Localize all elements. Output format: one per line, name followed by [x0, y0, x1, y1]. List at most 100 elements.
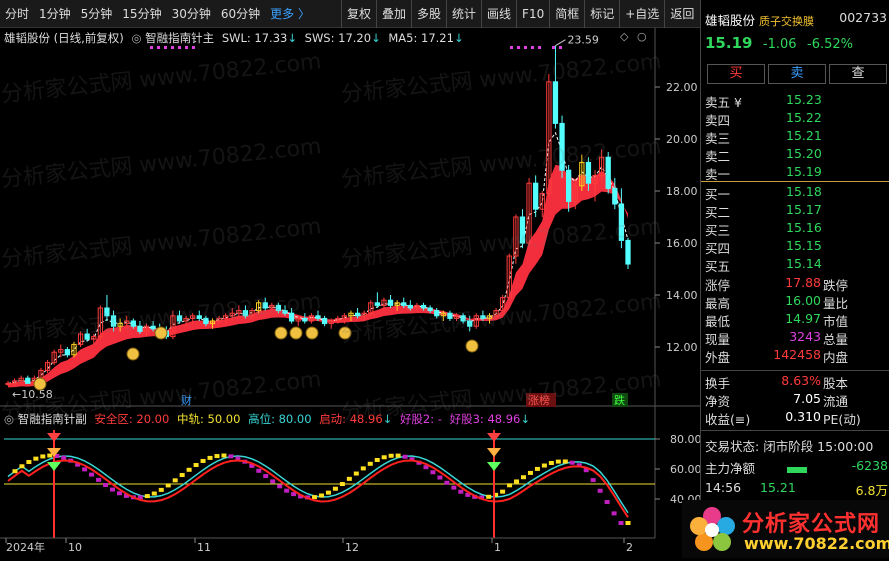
toolbar-button[interactable]: 标记: [584, 0, 619, 28]
start-value: 启动: 48.96: [319, 412, 383, 426]
toolbar-button[interactable]: +自选: [619, 0, 664, 28]
stock-code: 002733: [839, 10, 887, 25]
osc-block: [514, 479, 520, 484]
order-label: 卖一: [705, 167, 731, 182]
signal-dot: [538, 46, 541, 49]
osc-block: [186, 467, 192, 472]
order-row: 卖三 15.21: [705, 128, 885, 147]
signal-dot: [192, 46, 195, 49]
sws-value: SWS: 17.20: [304, 31, 372, 45]
buy-button[interactable]: 买: [707, 64, 765, 84]
osc-block: [277, 484, 283, 489]
period-tab[interactable]: 30分钟: [167, 0, 216, 28]
toolbar-button[interactable]: 叠加: [375, 0, 411, 28]
osc-block: [395, 453, 401, 458]
osc-block: [500, 489, 506, 494]
stat-label: 市值: [823, 314, 849, 329]
y-tick-label: 22.00: [666, 81, 698, 94]
stats-divider: [701, 370, 889, 371]
y-tick-label: 80.00: [670, 433, 700, 446]
stat-label: 最高: [705, 296, 731, 311]
order-price: 15.17: [786, 202, 822, 217]
toolbar-button[interactable]: 复权: [340, 0, 376, 28]
stat-value: 16.00: [785, 293, 821, 308]
query-button[interactable]: 查: [829, 64, 887, 84]
logo-url: www.70822.com: [744, 534, 889, 553]
turnover-row: 换手 8.63% 股本: [705, 373, 885, 392]
diamond-icon: [487, 433, 501, 442]
order-label: 卖五 ¥: [705, 95, 742, 110]
stat-label: 涨停: [705, 278, 731, 293]
period-tab[interactable]: 分时: [0, 0, 34, 28]
toolbar-button[interactable]: 画线: [481, 0, 516, 28]
diamond-outline-icon: ◇: [620, 30, 629, 43]
osc-block: [332, 486, 338, 491]
indicator-icon[interactable]: ◎: [131, 31, 141, 45]
osc-block: [19, 464, 25, 469]
period-tab[interactable]: 1分钟: [34, 0, 76, 28]
candle-body: [275, 304, 282, 312]
indicator-icon[interactable]: ◎: [4, 412, 14, 426]
stat-value: 17.88: [785, 275, 821, 290]
chart-area[interactable]: 12.00 14.00 16.00 18.00 20.00 22.00 23.59 ←10.5…: [0, 28, 702, 558]
order-price: 15.19: [786, 164, 822, 179]
stock-tag[interactable]: 质子交换膜: [759, 15, 814, 28]
signal-dot: [524, 46, 527, 49]
tick-time: 14:56: [705, 480, 742, 495]
sell-button[interactable]: 卖: [768, 64, 826, 84]
order-label: 买五: [705, 259, 731, 274]
order-price: 15.21: [786, 128, 822, 143]
osc-block: [360, 466, 366, 471]
stat-label: 内盘: [823, 350, 849, 365]
osc-block: [109, 487, 115, 492]
osc-block: [96, 477, 102, 482]
good2-value: 好股2: -: [399, 412, 442, 426]
osc-block: [507, 483, 513, 488]
stat-label: PE(动): [823, 412, 861, 427]
stat-row: 涨停 17.88 跌停: [705, 275, 885, 294]
toolbar-button[interactable]: 简框: [549, 0, 584, 28]
osc-block: [562, 459, 568, 464]
sub-indicator-name[interactable]: 智融指南针副: [18, 412, 87, 426]
order-price: 15.22: [786, 110, 822, 125]
candle-body: [519, 216, 526, 244]
osc-block: [221, 453, 227, 458]
osc-block: [270, 479, 276, 484]
zhangbang-marker: 涨榜: [528, 393, 550, 407]
osc-block: [611, 511, 617, 516]
period-tab[interactable]: 5分钟: [76, 0, 118, 28]
osc-block: [61, 455, 67, 460]
price-line: 15.19 -1.06 -6.52%: [705, 34, 853, 52]
period-tab[interactable]: 60分钟: [216, 0, 265, 28]
toolbar-button[interactable]: 多股: [411, 0, 446, 28]
net-flow-label: 主力净额: [705, 461, 756, 476]
die-marker: 跌: [614, 393, 625, 407]
osc-block: [26, 459, 32, 464]
candle-body: [242, 310, 249, 317]
candle-body: [565, 169, 572, 202]
mid-value: 中轨: 50.00: [176, 412, 241, 426]
toolbar-button[interactable]: 统计: [446, 0, 481, 28]
kline-chart[interactable]: 12.00 14.00 16.00 18.00 20.00 22.00 23.59 ←10.5…: [0, 28, 702, 558]
toolbar-button[interactable]: F10: [516, 0, 549, 28]
order-price: 15.14: [786, 256, 822, 271]
candle-body: [288, 312, 295, 322]
osc-block: [325, 490, 331, 495]
stat-label: 跌停: [823, 278, 849, 293]
good3-value: 好股3: 48.96: [449, 412, 521, 426]
osc-block: [312, 495, 318, 500]
candle-body: [559, 122, 565, 171]
indicator-name[interactable]: 智融指南针主: [145, 31, 214, 45]
toolbar-button[interactable]: 返回: [664, 0, 699, 28]
order-row: 买三 15.16: [705, 220, 885, 239]
period-tab[interactable]: 15分钟: [117, 0, 166, 28]
more-periods-button[interactable]: 更多 〉: [265, 0, 315, 28]
candle-body: [137, 325, 143, 332]
diamond-icon: [487, 448, 501, 457]
osc-block: [548, 461, 554, 466]
high-value: 高位: 80.00: [248, 412, 312, 426]
x-tick-label: 10: [68, 541, 82, 554]
osc-block: [89, 472, 95, 477]
order-row: 买二 15.17: [705, 202, 885, 221]
osc-block: [486, 494, 492, 499]
